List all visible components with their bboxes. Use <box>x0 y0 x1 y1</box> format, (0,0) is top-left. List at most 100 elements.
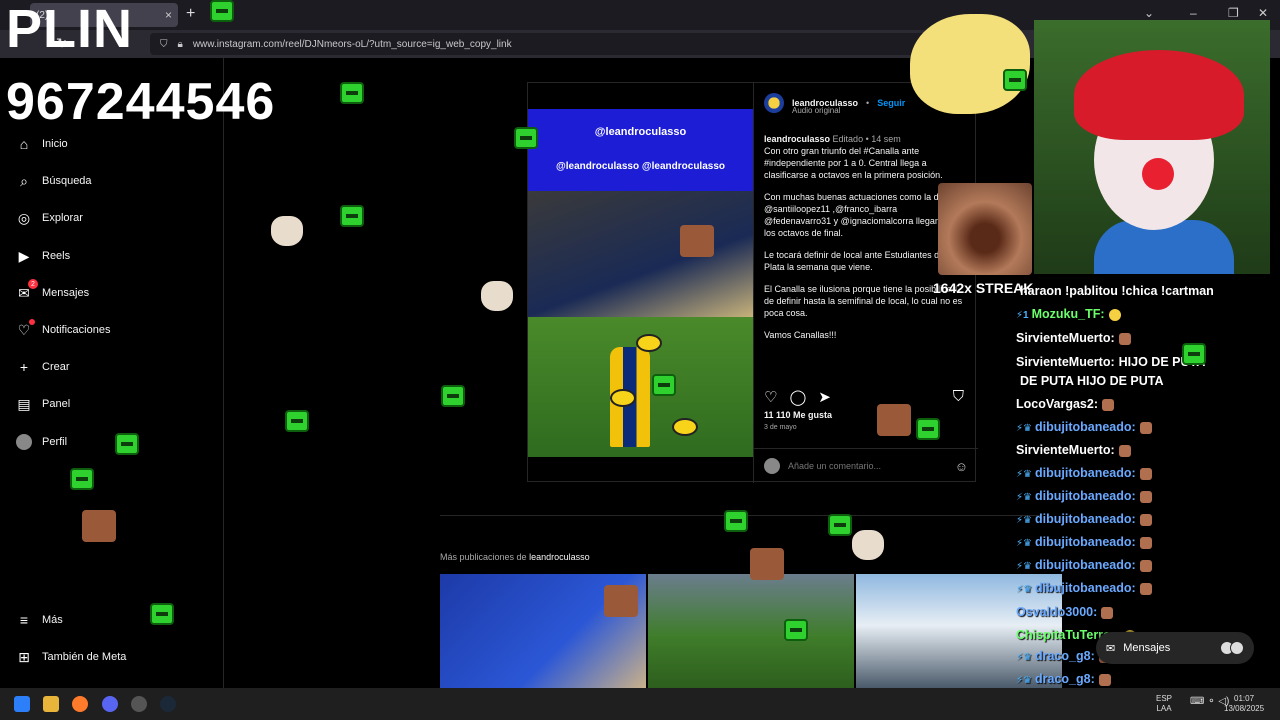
sidebar-item-label: Notificaciones <box>42 324 111 336</box>
like-heart-icon[interactable]: ♡ <box>764 388 777 406</box>
more-post-thumbnail[interactable] <box>648 574 854 688</box>
lock-icon: 🔒︎ <box>177 38 183 50</box>
streamer-webcam <box>1034 20 1270 274</box>
chat-message: SirvienteMuerto: <box>1016 443 1131 457</box>
clock-date: 13/08/2025 <box>1224 704 1265 713</box>
language-indicator[interactable]: ESP LAA <box>1156 694 1172 714</box>
chat-badges: ⚡♛ <box>1016 561 1032 572</box>
chat-username[interactable]: dibujitobaneado: <box>1035 558 1136 572</box>
video-banner: @leandroculasso @leandroculasso @leandro… <box>528 109 753 191</box>
chat-username[interactable]: Mozuku_TF: <box>1032 307 1105 321</box>
chat-text: DE PUTA HIJO DE PUTA <box>1020 374 1164 388</box>
chat-username[interactable]: dibujitobaneado: <box>1035 466 1136 480</box>
avatar[interactable] <box>764 93 784 113</box>
url-text: www.instagram.com/reel/DJNmeors-oL/?utm_… <box>192 38 512 50</box>
sidebar-item-inicio[interactable]: ⌂ Inicio <box>16 136 68 152</box>
bee-emote <box>610 389 636 407</box>
more-posts-user[interactable]: leandroculasso <box>529 552 590 562</box>
sidebar-item-reels[interactable]: ▶ Reels <box>16 247 71 264</box>
chat-badges: ⚡♛ <box>1016 492 1032 503</box>
reels-icon: ▶ <box>18 247 30 264</box>
sidebar-item-crear[interactable]: + Crear <box>16 359 70 375</box>
chat-emote <box>1101 606 1114 619</box>
chat-username[interactable]: dibujitobaneado: <box>1035 489 1136 503</box>
chat-username[interactable]: dibujitobaneado: <box>1035 420 1136 434</box>
chat-username[interactable]: SirvienteMuerto: <box>1016 443 1115 457</box>
youtube-tiktok-handles: @leandroculasso @leandroculasso <box>528 161 753 172</box>
sidebar-item-panel[interactable]: ▤ Panel <box>16 396 70 412</box>
chat-emote <box>1139 559 1152 572</box>
steam-icon[interactable] <box>160 696 176 712</box>
obs-icon[interactable] <box>131 696 147 712</box>
post-actions: ♡ ◯ ➤ ⛉ <box>764 388 964 406</box>
chat-username[interactable]: draco_g8: <box>1035 672 1095 686</box>
face-emote <box>82 510 116 542</box>
post-video[interactable]: @leandroculasso @leandroculasso @leandro… <box>528 109 753 457</box>
firefox-icon[interactable] <box>72 696 88 712</box>
chat-username[interactable]: dibujitobaneado: <box>1035 535 1136 549</box>
post-caption: leandroculasso Editado • 14 sem Con otro… <box>764 133 964 373</box>
comment-icon[interactable]: ◯ <box>789 388 806 406</box>
chat-message: ⚡♛ dibujitobaneado: <box>1016 512 1152 526</box>
post-date: 3 de mayo <box>764 424 797 431</box>
chat-username[interactable]: Osvaldo3000: <box>1016 605 1097 619</box>
chat-username[interactable]: LocoVargas2: <box>1016 397 1098 411</box>
chat-message: ⚡♛ dibujitobaneado: <box>1016 581 1152 595</box>
restore-button[interactable]: ❐ <box>1228 6 1239 20</box>
face-emote <box>680 225 714 257</box>
comment-input[interactable] <box>788 461 947 471</box>
sidebar-item-notificaciones[interactable]: ♡ Notificaciones <box>16 319 111 338</box>
sidebar-item-busqueda[interactable]: ⌕ Búsqueda <box>16 173 91 189</box>
likes-count[interactable]: 11 110 Me gusta <box>764 410 832 420</box>
close-window-button[interactable]: ✕ <box>1258 6 1268 20</box>
chat-username[interactable]: dibujitobaneado: <box>1035 581 1136 595</box>
dashboard-icon: ▤ <box>17 395 31 412</box>
chat-message: Osvaldo3000: <box>1016 605 1114 619</box>
caption-paragraph: Vamos Canallas!!! <box>764 330 837 340</box>
sidebar-item-meta[interactable]: ⊞ También de Meta <box>16 649 126 665</box>
emoji-icon[interactable]: ☺ <box>955 459 968 474</box>
sidebar-item-explorar[interactable]: ◎ Explorar <box>16 210 83 226</box>
new-tab-button[interactable]: + <box>186 5 195 23</box>
chat-username[interactable]: draco_g8: <box>1035 649 1095 663</box>
green-emote <box>441 385 465 407</box>
discord-icon[interactable] <box>102 696 118 712</box>
youtube-handle: @leandroculasso <box>555 161 640 172</box>
sidebar-item-mas[interactable]: ≡ Más <box>16 612 63 628</box>
bookmark-icon[interactable]: ⛉ <box>953 388 964 406</box>
chat-emote <box>1118 332 1131 345</box>
chat-username[interactable]: SirvienteMuerto: <box>1016 355 1115 369</box>
sidebar-item-perfil[interactable]: Perfil <box>16 434 67 450</box>
more-posts-title: Más publicaciones de leandroculasso <box>440 552 590 562</box>
windows-taskbar <box>0 688 1280 720</box>
chat-emote <box>1139 513 1152 526</box>
sidebar-item-label: Reels <box>42 250 71 262</box>
chat-emote <box>1139 467 1152 480</box>
address-bar[interactable]: ⛉ 🔒︎ www.instagram.com/reel/DJNmeors-oL/… <box>150 33 1010 55</box>
messages-pill[interactable]: ✉ Mensajes <box>1096 632 1254 664</box>
windows-start-icon[interactable] <box>14 696 30 712</box>
file-explorer-icon[interactable] <box>43 696 59 712</box>
chat-message: LocoVargas2: <box>1016 397 1114 411</box>
clock[interactable]: 01:07 13/08/2025 <box>1224 694 1264 714</box>
chat-username[interactable]: SirvienteMuerto: <box>1016 331 1115 345</box>
chat-username[interactable]: dibujitobaneado: <box>1035 512 1136 526</box>
chat-badges: ⚡♛ <box>1016 652 1032 663</box>
chat-emote <box>1098 673 1111 686</box>
caption-username[interactable]: leandroculasso <box>764 134 830 144</box>
tab-close-icon[interactable]: × <box>165 8 172 22</box>
green-emote <box>285 410 309 432</box>
sidebar-item-mensajes[interactable]: ✉ 2 Mensajes <box>16 279 89 301</box>
instagram-handle: @leandroculasso <box>594 126 687 138</box>
green-emote <box>340 205 364 227</box>
green-emote <box>514 127 538 149</box>
share-icon[interactable]: ➤ <box>818 388 831 406</box>
caption-paragraph: Le tocará definir de local ante Estudian… <box>764 250 954 272</box>
chat-message: haraon !pablitou !chica !cartman <box>1016 284 1214 298</box>
follow-button[interactable]: Seguir <box>877 98 905 108</box>
chat-message: ⚡♛ dibujitobaneado: <box>1016 535 1152 549</box>
audio-label[interactable]: Audio original <box>792 106 840 115</box>
minimize-button[interactable]: – <box>1190 6 1197 20</box>
sidebar-item-label: Inicio <box>42 138 68 150</box>
chevron-down-icon[interactable]: ⌄ <box>1144 6 1154 20</box>
